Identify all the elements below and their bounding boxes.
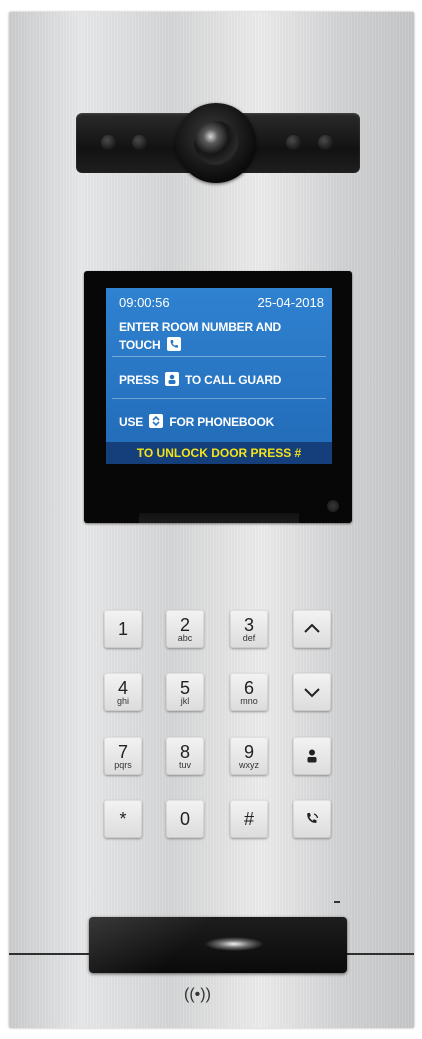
instruction-line-1: ENTER ROOM NUMBER AND xyxy=(119,320,282,334)
scroll-down-button[interactable] xyxy=(293,673,331,711)
key-digit: 0 xyxy=(179,809,190,829)
guard-icon xyxy=(164,372,179,386)
key-letters: jkl xyxy=(180,696,190,706)
key-letters: tuv xyxy=(178,760,191,770)
guard-icon xyxy=(307,749,317,763)
instruction-touch-label: TOUCH xyxy=(119,338,161,352)
key-digit: 1 xyxy=(117,619,128,639)
key-letters: pqrs xyxy=(114,760,132,770)
key-letters: mno xyxy=(240,696,258,706)
chevron-down-icon xyxy=(304,688,320,698)
call-button[interactable] xyxy=(293,800,331,838)
card-reader-reflection xyxy=(89,917,347,973)
key-digit: # xyxy=(243,809,254,829)
key-digit: 2 xyxy=(179,615,190,635)
key-5[interactable]: 5 jkl xyxy=(166,673,204,711)
camera-lens-icon xyxy=(194,121,238,165)
ir-led-icon xyxy=(286,135,301,150)
clock-date: 25-04-2018 xyxy=(257,295,325,310)
key-9[interactable]: 9 wxyz xyxy=(230,737,268,775)
key-star[interactable]: * xyxy=(104,800,142,838)
key-2[interactable]: 2 abc xyxy=(166,610,204,648)
call-icon xyxy=(307,813,319,823)
key-digit: 3 xyxy=(243,615,254,635)
microphone-icon xyxy=(327,500,339,512)
key-0[interactable]: 0 xyxy=(166,800,204,838)
key-letters: def xyxy=(242,633,256,643)
unlock-hint: TO UNLOCK DOOR PRESS # xyxy=(106,442,332,464)
separator xyxy=(112,398,326,399)
call-icon xyxy=(166,337,181,351)
key-digit: 7 xyxy=(117,742,128,762)
separator xyxy=(112,356,326,357)
key-digit: 9 xyxy=(243,742,254,762)
ir-led-icon xyxy=(101,135,116,150)
key-digit: 6 xyxy=(243,678,254,698)
key-8[interactable]: 8 tuv xyxy=(166,737,204,775)
key-letters: abc xyxy=(177,633,193,643)
key-digit: * xyxy=(119,809,127,829)
key-letters: wxyz xyxy=(239,760,259,770)
instruction-press-label: PRESS xyxy=(119,373,159,387)
chevron-up-icon xyxy=(304,623,320,633)
key-6[interactable]: 6 mno xyxy=(230,673,268,711)
key-digit: 4 xyxy=(117,678,128,698)
call-guard-button[interactable] xyxy=(293,737,331,775)
instruction-phonebook-label: FOR PHONEBOOK xyxy=(169,415,275,429)
ir-led-icon xyxy=(132,135,147,150)
key-letters: ghi xyxy=(116,696,129,706)
instruction-line-2: TOUCH xyxy=(119,337,184,352)
key-digit: 8 xyxy=(179,742,190,762)
instruction-line-4: USE FOR PHONEBOOK xyxy=(119,414,274,429)
instruction-line-3: PRESS TO CALL GUARD xyxy=(119,372,281,387)
lcd-screen: 09:00:56 25-04-2018 ENTER ROOM NUMBER AN… xyxy=(106,288,332,464)
ir-led-icon xyxy=(318,135,333,150)
up-down-arrows-icon xyxy=(149,414,164,428)
key-3[interactable]: 3 def xyxy=(230,610,268,648)
instruction-use-label: USE xyxy=(119,415,144,429)
nfc-icon: ((•)) xyxy=(184,986,211,1003)
key-4[interactable]: 4 ghi xyxy=(104,673,142,711)
clock-time: 09:00:56 xyxy=(119,295,170,310)
key-1[interactable]: 1 xyxy=(104,610,142,648)
card-reader[interactable] xyxy=(89,917,347,973)
key-digit: 5 xyxy=(179,678,190,698)
key-hash[interactable]: # xyxy=(230,800,268,838)
instruction-guard-label: TO CALL GUARD xyxy=(184,373,282,387)
key-7[interactable]: 7 pqrs xyxy=(104,737,142,775)
indicator-mark xyxy=(334,901,340,903)
scroll-up-button[interactable] xyxy=(293,610,331,648)
